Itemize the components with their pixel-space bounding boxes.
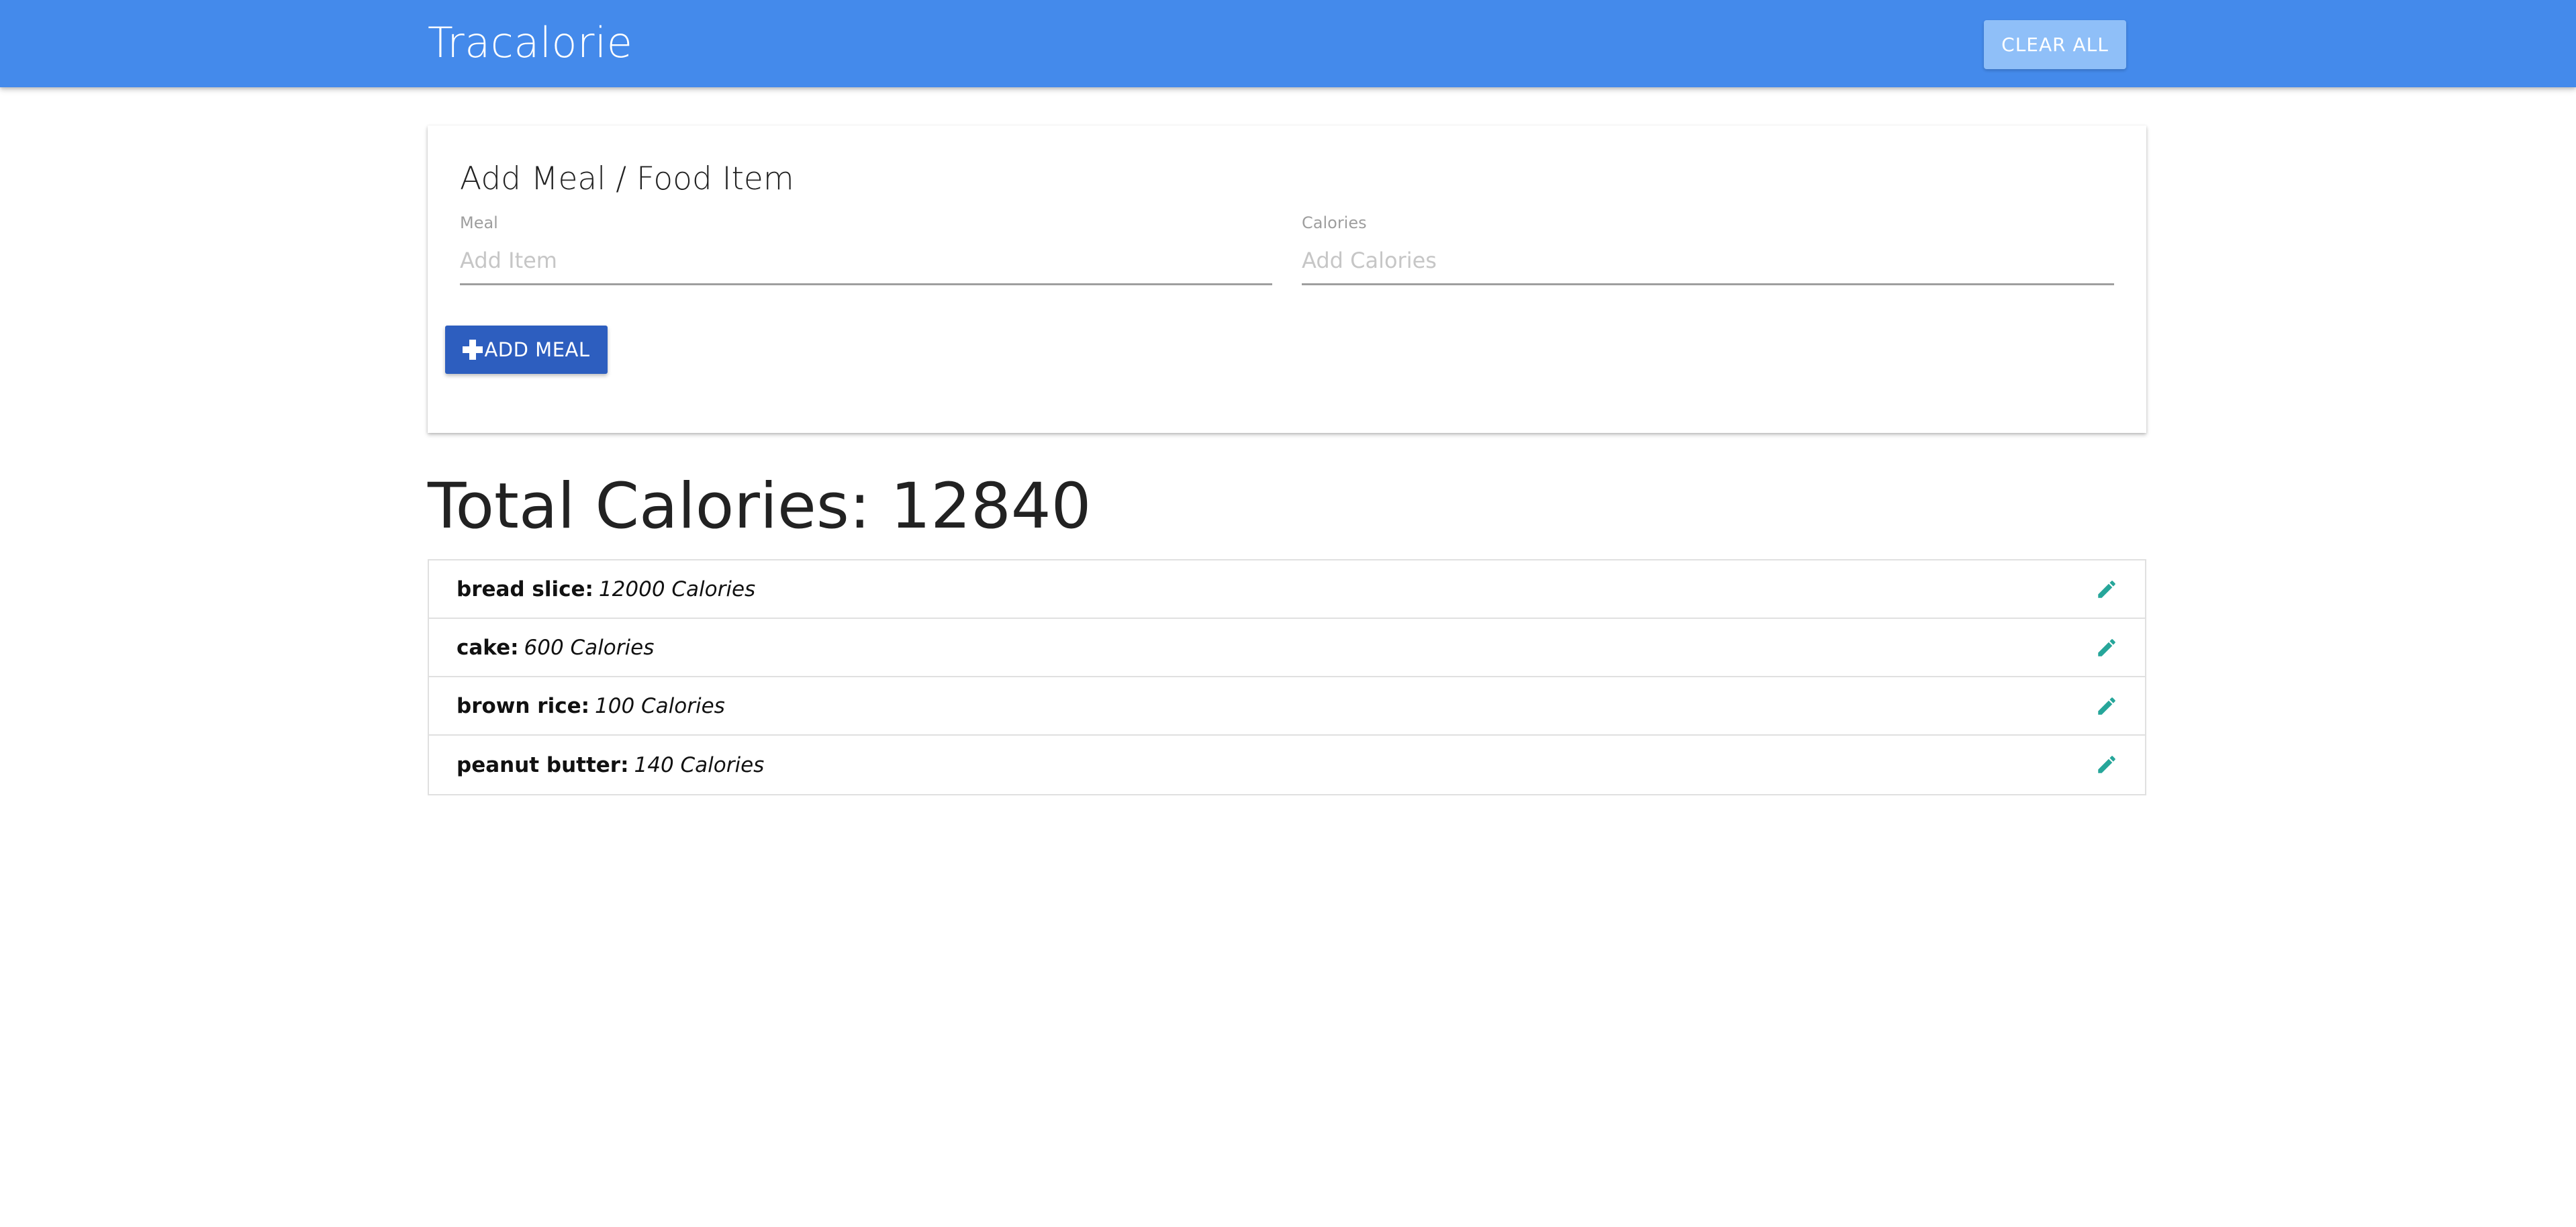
- add-meal-label: ADD MEAL: [484, 338, 590, 361]
- calories-field: Calories: [1302, 213, 2114, 287]
- item-name: cake:: [457, 635, 519, 660]
- calories-label: Calories: [1302, 213, 1367, 232]
- pencil-icon[interactable]: [2095, 636, 2118, 659]
- brand-logo[interactable]: Tracalorie: [428, 16, 632, 70]
- item-calories: 140 Calories: [634, 752, 765, 777]
- list-item: peanut butter: 140 Calories: [429, 736, 2145, 794]
- card-title: Add Meal / Food Item: [460, 160, 794, 197]
- item-name: peanut butter:: [457, 752, 629, 777]
- item-calories: 12000 Calories: [598, 577, 756, 601]
- navbar: Tracalorie CLEAR ALL: [0, 0, 2576, 87]
- pencil-icon[interactable]: [2095, 578, 2118, 601]
- calories-input[interactable]: [1302, 237, 2114, 285]
- pencil-icon[interactable]: [2095, 695, 2118, 718]
- meal-input[interactable]: [460, 237, 1272, 285]
- list-item: cake: 600 Calories: [429, 619, 2145, 677]
- item-calories: 100 Calories: [595, 693, 725, 718]
- meal-field: Meal: [460, 213, 1272, 287]
- clear-all-button[interactable]: CLEAR ALL: [1984, 20, 2126, 69]
- total-calories: Total Calories: 12840: [428, 470, 1092, 543]
- meal-label: Meal: [460, 213, 498, 232]
- meal-list: bread slice: 12000 Calories cake: 600 Ca…: [428, 559, 2146, 795]
- plus-icon: [463, 340, 483, 360]
- pencil-icon[interactable]: [2095, 753, 2118, 776]
- item-name: bread slice:: [457, 577, 593, 601]
- add-meal-button[interactable]: ADD MEAL: [445, 326, 608, 374]
- list-item: brown rice: 100 Calories: [429, 677, 2145, 736]
- add-meal-card: Add Meal / Food Item Meal Calories ADD M…: [428, 126, 2146, 433]
- item-calories: 600 Calories: [524, 635, 655, 660]
- item-name: brown rice:: [457, 693, 589, 718]
- list-item: bread slice: 12000 Calories: [429, 560, 2145, 619]
